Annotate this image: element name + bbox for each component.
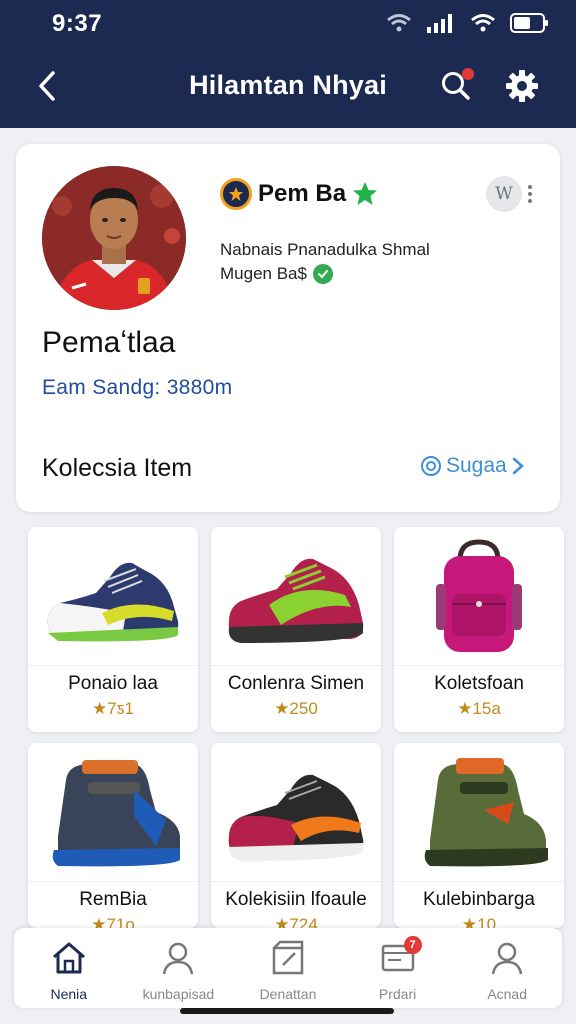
item-card[interactable]: Ponaio laa ★7ƽ1 xyxy=(28,527,198,732)
item-image xyxy=(394,527,564,665)
item-image xyxy=(211,527,381,665)
item-divider xyxy=(28,665,198,666)
profile-subtitle-line2: Mugen Ba$ xyxy=(220,264,307,283)
gear-icon xyxy=(506,70,538,102)
status-icons xyxy=(386,12,550,34)
chevron-right-icon xyxy=(512,457,524,475)
brand-circle-icon: W xyxy=(486,176,522,212)
home-icon xyxy=(49,938,89,978)
player-photo xyxy=(42,166,186,310)
status-time: 9:37 xyxy=(52,10,103,37)
profile-subtitle-line1: Nabnais Pnanadulka Shmal xyxy=(220,240,430,259)
app-header: 9:37 Hilamtan Nhyai xyxy=(0,0,576,128)
sneaker-image xyxy=(228,774,364,861)
home-indicator[interactable] xyxy=(180,1008,394,1014)
nav-item-messages[interactable]: 7 Prdari xyxy=(343,928,453,1008)
profile-card: Pem Ba W Nabnais Pnanadulka Shmal Mugen … xyxy=(16,144,560,512)
earnings-text: Eam Sandg: 3880m xyxy=(42,376,233,399)
item-name: Koletsfoan xyxy=(434,673,524,694)
item-card[interactable]: Kolekisiin lfoaule ★724 xyxy=(211,743,381,928)
nav-item-box[interactable]: Denattan xyxy=(233,928,343,1008)
verified-check-icon xyxy=(312,264,333,284)
item-image xyxy=(28,527,198,665)
badge-row: Pem Ba xyxy=(220,178,378,210)
message-icon: 7 xyxy=(378,936,422,978)
item-divider xyxy=(394,665,564,666)
item-divider xyxy=(394,881,564,882)
star-icon xyxy=(353,182,378,205)
profile-subtitle-row: Mugen Ba$ xyxy=(220,264,333,284)
item-card[interactable]: Kulebinbarga ★10 xyxy=(394,743,564,928)
search-button[interactable] xyxy=(434,64,478,108)
box-icon xyxy=(268,938,308,978)
item-name: Kulebinbarga xyxy=(423,889,535,910)
battery-icon xyxy=(510,13,548,33)
more-options-button[interactable]: W xyxy=(486,174,542,214)
account-icon xyxy=(487,938,527,978)
status-bar: 9:37 xyxy=(0,0,576,48)
bottom-navigation: Nenia kunbapisad Denattan 7 Prdari Acnad xyxy=(14,928,562,1008)
badge-name: Pem Ba xyxy=(258,180,347,207)
profile-icon xyxy=(158,938,198,978)
item-price: ★15a xyxy=(457,699,501,718)
nav-item-account[interactable]: Acnad xyxy=(452,928,562,1008)
notification-dot xyxy=(462,68,474,80)
item-name: Kolekisiin lfoaule xyxy=(225,889,367,910)
item-price: ★724 xyxy=(274,915,318,928)
page-title: Hilamtan Nhyai xyxy=(189,70,387,100)
nav-label: Denattan xyxy=(259,986,317,1002)
item-name: RemBia xyxy=(79,889,147,910)
item-name: Conlenra Simen xyxy=(227,673,365,694)
item-price: ★10 xyxy=(461,915,497,928)
item-price: ★250 xyxy=(274,699,318,718)
wifi-calling-icon xyxy=(387,14,411,32)
backpack-image xyxy=(436,539,522,652)
nav-item-profile[interactable]: kunbapisad xyxy=(124,928,234,1008)
team-logo-icon xyxy=(220,178,252,210)
nav-label: Nenia xyxy=(50,986,88,1002)
sneaker-image xyxy=(47,562,179,642)
boot-image xyxy=(52,760,180,867)
link-circle-icon xyxy=(421,456,441,476)
item-divider xyxy=(211,665,381,666)
item-image xyxy=(211,743,381,881)
see-all-link[interactable]: Sugaa xyxy=(420,454,525,478)
nav-label: kunbapisad xyxy=(142,986,215,1002)
collection-title: Kolecsia Item xyxy=(42,454,193,482)
nav-item-home[interactable]: Nenia xyxy=(14,928,124,1008)
item-divider xyxy=(28,881,198,882)
more-vertical-icon xyxy=(528,185,532,203)
item-image xyxy=(28,743,198,881)
signal-icon xyxy=(427,14,452,33)
player-name: Pemaʻtlaa xyxy=(42,326,176,359)
avatar[interactable] xyxy=(42,166,186,310)
item-price: ★7ƽ1 xyxy=(92,699,134,718)
nav-bar: Hilamtan Nhyai xyxy=(0,56,576,116)
item-price: ★71o xyxy=(91,915,135,928)
boot-image xyxy=(424,758,548,867)
item-card[interactable]: Conlenra Simen ★250 xyxy=(211,527,381,732)
notification-badge: 7 xyxy=(403,936,422,954)
item-name: Ponaio laa xyxy=(68,673,158,694)
settings-button[interactable] xyxy=(500,64,544,108)
sneaker-image xyxy=(228,558,364,643)
wifi-icon xyxy=(471,14,495,32)
see-all-label: Sugaa xyxy=(446,454,507,477)
nav-label: Acnad xyxy=(487,986,528,1002)
item-card[interactable]: Koletsfoan ★15a xyxy=(394,527,564,732)
item-card[interactable]: RemBia ★71o xyxy=(28,743,198,928)
item-divider xyxy=(211,881,381,882)
item-image xyxy=(394,743,564,881)
nav-label: Prdari xyxy=(378,986,417,1002)
